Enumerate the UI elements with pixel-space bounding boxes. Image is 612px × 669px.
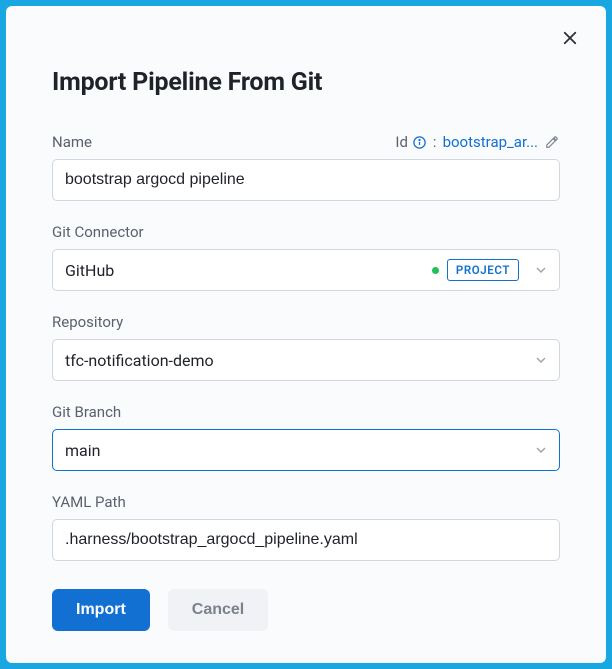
chevron-down-icon: [533, 352, 549, 368]
button-row: Import Cancel: [52, 589, 560, 631]
yaml-path-label: YAML Path: [52, 493, 126, 511]
field-connector: Git Connector GitHub PROJECT: [52, 223, 560, 291]
repository-value: tfc-notification-demo: [65, 351, 523, 370]
id-label: Id: [395, 133, 408, 151]
import-button[interactable]: Import: [52, 589, 150, 631]
connector-value: GitHub: [65, 261, 432, 280]
connector-select[interactable]: GitHub PROJECT: [52, 249, 560, 291]
import-pipeline-modal: Import Pipeline From Git Name Id : boots…: [6, 6, 606, 663]
scope-badge: PROJECT: [447, 259, 519, 281]
id-cluster: Id : bootstrap_ar...: [395, 133, 560, 151]
status-dot-icon: [432, 267, 439, 274]
repository-select[interactable]: tfc-notification-demo: [52, 339, 560, 381]
field-name: Name Id : bootstrap_ar...: [52, 133, 560, 201]
branch-select[interactable]: main: [52, 429, 560, 471]
info-icon[interactable]: [412, 135, 427, 150]
field-branch: Git Branch main: [52, 403, 560, 471]
connector-meta: PROJECT: [432, 259, 519, 281]
field-yaml-path: YAML Path: [52, 493, 560, 561]
id-value[interactable]: bootstrap_ar...: [443, 133, 538, 151]
chevron-down-icon: [533, 262, 549, 278]
name-label: Name: [52, 133, 92, 151]
repository-label: Repository: [52, 313, 123, 331]
id-colon: :: [433, 133, 437, 151]
connector-label: Git Connector: [52, 223, 144, 241]
chevron-down-icon: [533, 442, 549, 458]
edit-id-button[interactable]: [544, 134, 560, 150]
name-input[interactable]: [52, 159, 560, 201]
branch-value: main: [65, 441, 523, 460]
close-button[interactable]: [558, 28, 582, 52]
yaml-path-input[interactable]: [52, 519, 560, 561]
field-repository: Repository tfc-notification-demo: [52, 313, 560, 381]
modal-title: Import Pipeline From Git: [52, 68, 560, 97]
close-icon: [561, 29, 579, 51]
cancel-button[interactable]: Cancel: [168, 589, 268, 631]
branch-label: Git Branch: [52, 403, 121, 421]
